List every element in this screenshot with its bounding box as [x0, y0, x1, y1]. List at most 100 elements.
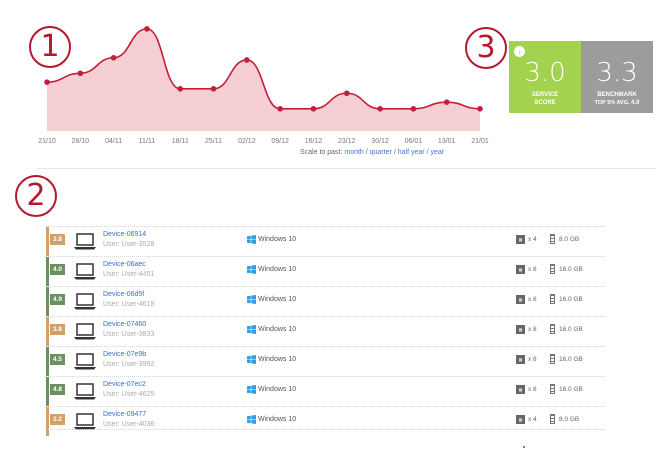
device-name-link[interactable]: Device-06aec [103, 261, 146, 268]
scale-sep: / [365, 149, 368, 156]
x-tick-label: 25/11 [205, 138, 222, 145]
chart-point[interactable] [477, 106, 483, 112]
score-bar [46, 257, 49, 286]
service-score-label-line1: SERVICE [531, 92, 559, 98]
cpu-icon: ▦ [516, 325, 525, 334]
score-badge: 3.2 [50, 414, 65, 425]
loading-dot [523, 446, 525, 448]
chart-point[interactable] [377, 106, 383, 112]
x-tick-label: 21/10 [38, 138, 56, 145]
device-name-link[interactable]: Device-06914 [103, 231, 146, 238]
scale-sep: / [426, 149, 429, 156]
score-bar [46, 407, 49, 436]
x-tick-label: 11/11 [139, 138, 156, 145]
laptop-icon [74, 383, 96, 400]
table-row[interactable]: 4.5 Device-07e9b User: User-3992 Windows… [45, 346, 605, 376]
scale-link-half-year[interactable]: half year [398, 149, 425, 156]
score-badge: 4.5 [50, 354, 65, 365]
section-divider [37, 168, 655, 169]
chart-point[interactable] [277, 106, 283, 112]
table-row[interactable]: 4.9 Device-06d5f User: User-4618 Windows… [45, 286, 605, 316]
table-row[interactable]: 3.8 Device-06914 User: User-3528 Windows… [45, 226, 605, 256]
cpu-icon: ▦ [516, 235, 525, 244]
windows-logo-icon [247, 295, 256, 304]
cpu-cores: x 4 [528, 416, 537, 423]
score-bar [46, 317, 49, 346]
cpu-cores: x 8 [528, 386, 537, 393]
laptop-icon [74, 263, 96, 280]
scale-link-year[interactable]: year [430, 149, 444, 156]
cpu-icon: ▦ [516, 355, 525, 364]
chart-point[interactable] [244, 57, 250, 63]
chart-point[interactable] [77, 70, 84, 77]
chart-point[interactable] [44, 79, 50, 85]
x-tick-label: 21/01 [471, 138, 489, 145]
cpu-icon: ▦ [516, 265, 525, 274]
score-bar [46, 287, 49, 316]
os-name: Windows 10 [258, 356, 297, 363]
scale-link-quarter[interactable]: quarter [370, 149, 392, 156]
ram-size: 16.0 GB [559, 356, 583, 363]
score-badge: 3.8 [50, 324, 65, 335]
laptop-icon [74, 233, 96, 250]
os-name: Windows 10 [258, 296, 297, 303]
windows-logo-icon [247, 265, 256, 274]
memory-icon [550, 384, 555, 394]
chart-point[interactable] [210, 86, 217, 92]
ram-size: 8.0 GB [559, 236, 580, 243]
cpu-cores: x 8 [528, 326, 537, 333]
windows-logo-icon [247, 235, 256, 244]
device-user: User: User-4451 [103, 271, 155, 278]
chart-point[interactable] [177, 86, 184, 92]
list-bottom-border [45, 429, 605, 430]
chart-point[interactable] [310, 106, 317, 112]
cpu-cores: x 8 [528, 296, 537, 303]
x-tick-label: 23/12 [338, 138, 356, 145]
callout-2: 2 [15, 175, 57, 217]
device-list: 3.8 Device-06914 User: User-3528 Windows… [45, 226, 605, 436]
laptop-icon [74, 323, 96, 340]
device-name-link[interactable]: Device-07e9b [103, 351, 146, 358]
device-user: User: User-4036 [103, 421, 155, 428]
os-name: Windows 10 [258, 266, 297, 273]
x-tick-label: 30/12 [371, 138, 389, 145]
x-tick-label: 02/12 [238, 138, 256, 145]
memory-icon [550, 264, 555, 274]
x-tick-label: 04/11 [105, 138, 122, 145]
scale-link-month[interactable]: month [344, 149, 363, 156]
device-name-link[interactable]: Device-07460 [103, 321, 146, 328]
device-name-link[interactable]: Device-09477 [103, 411, 146, 418]
chart-point[interactable] [443, 99, 450, 105]
x-tick-label: 18/11 [172, 138, 189, 145]
chart-point[interactable] [343, 90, 350, 97]
score-bar [46, 227, 49, 256]
device-name-link[interactable]: Device-07ec2 [103, 381, 146, 388]
benchmark-value: 3.3 [596, 58, 638, 88]
chart-area-fill [47, 28, 480, 131]
scale-prefix: Scale to past: [300, 149, 343, 156]
service-score-label: SERVICE SCORE [509, 91, 581, 107]
table-row[interactable]: 4.8 Device-07ec2 User: User-4625 Windows… [45, 376, 605, 406]
x-tick-label: 16/12 [305, 138, 323, 145]
chart-point[interactable] [410, 106, 417, 112]
laptop-icon [74, 353, 96, 370]
benchmark-label: BENCHMARK [597, 92, 637, 98]
table-row[interactable]: 3.2 Device-09477 User: User-4036 Windows… [45, 406, 605, 436]
device-name-link[interactable]: Device-06d5f [103, 291, 144, 298]
memory-icon [550, 324, 555, 334]
arrow-down-icon: ↓ [514, 46, 525, 57]
os-name: Windows 10 [258, 326, 297, 333]
scale-selector: Scale to past: month / quarter / half ye… [300, 149, 444, 156]
table-row[interactable]: 4.0 Device-06aec User: User-4451 Windows… [45, 256, 605, 286]
ram-size: 8.0 GB [559, 416, 580, 423]
table-row[interactable]: 3.8 Device-07460 User: User-3833 Windows… [45, 316, 605, 346]
memory-icon [550, 234, 555, 244]
score-badge: 3.8 [50, 234, 65, 245]
x-tick-label: 06/01 [405, 138, 423, 145]
benchmark-sub: TOP 5% AVG. 4.0 [581, 99, 653, 107]
chart-point[interactable] [110, 54, 117, 61]
x-tick-label: 28/10 [72, 138, 90, 145]
ram-size: 16.0 GB [559, 266, 583, 273]
chart-point[interactable] [144, 26, 150, 32]
cpu-icon: ▦ [516, 415, 525, 424]
